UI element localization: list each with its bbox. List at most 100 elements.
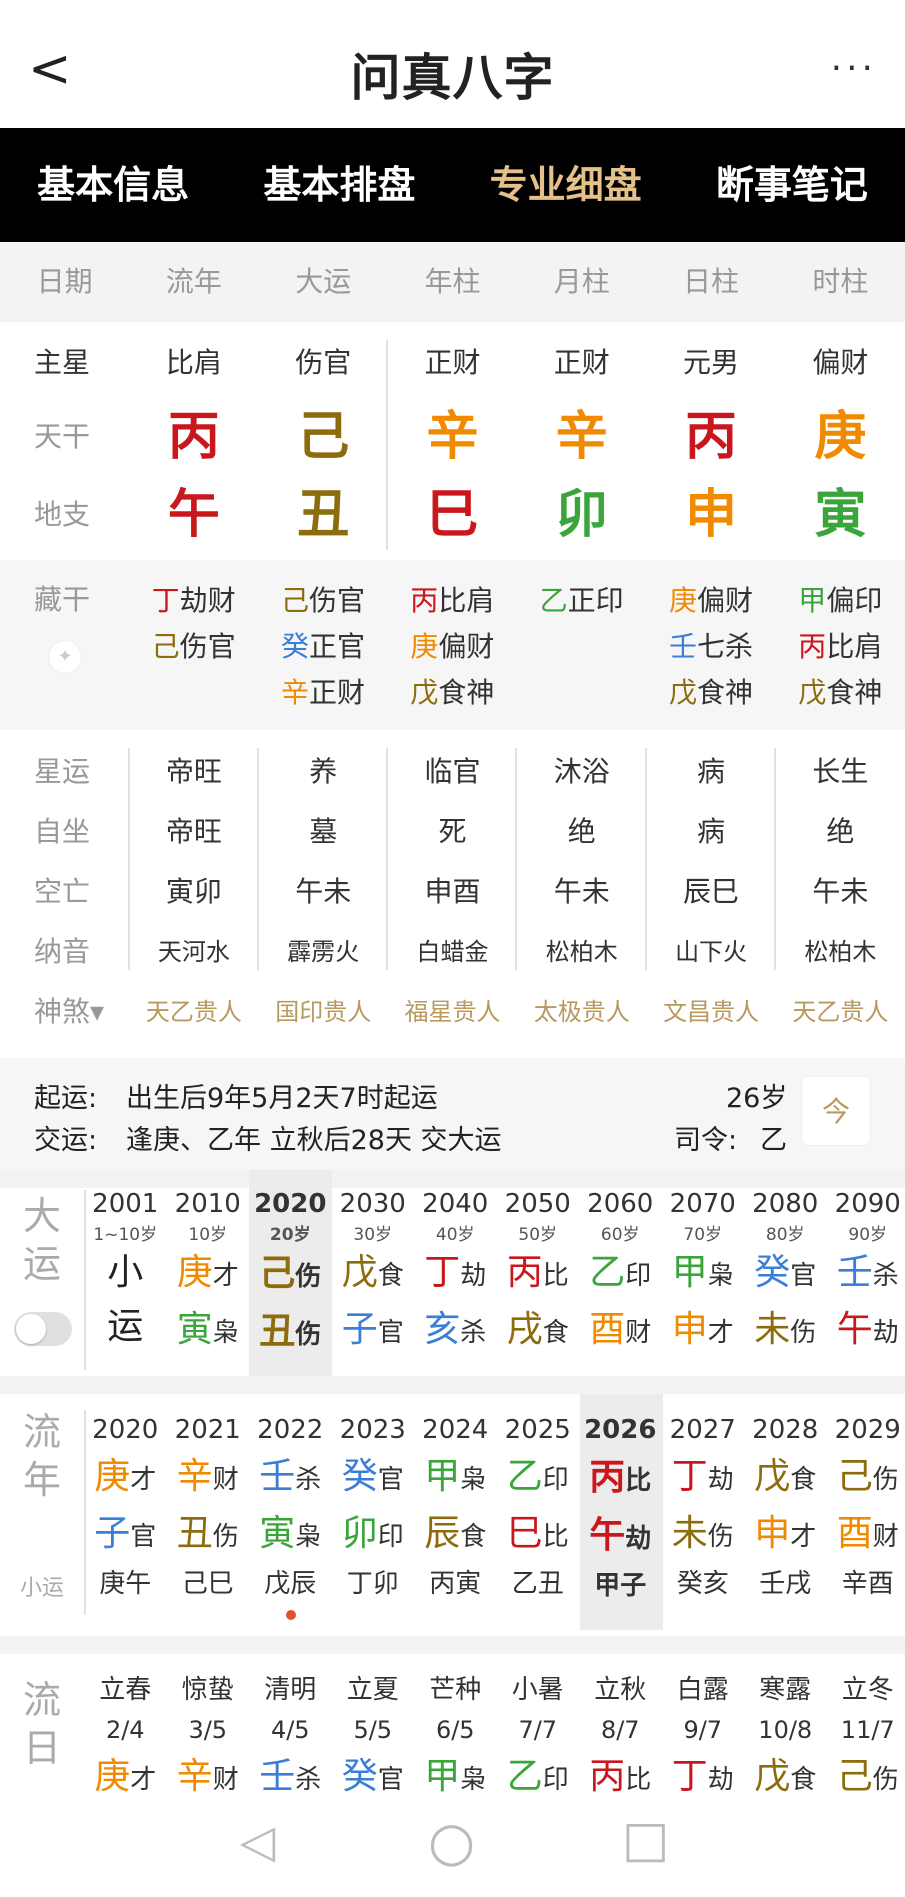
row-label: 空亡 bbox=[34, 875, 91, 908]
hidden-stem-gan: 甲 bbox=[798, 584, 827, 617]
liunian-year: 2025 bbox=[504, 1415, 571, 1445]
dayun-item[interactable]: 2020 20岁 己伤 丑伤 bbox=[249, 1184, 332, 1362]
shensha-cell: 文昌贵人 bbox=[663, 998, 760, 1026]
header-dayun: 大运 bbox=[295, 265, 352, 298]
solar-term: 立夏 bbox=[346, 1675, 399, 1705]
liunian-item[interactable]: 2020 庚才 子官 庚午 bbox=[84, 1410, 167, 1606]
ten-god: 伤 bbox=[212, 1522, 239, 1552]
hidden-stem-item: 癸正官 bbox=[258, 624, 387, 670]
header-month: 月柱 bbox=[553, 265, 610, 298]
dayun-item[interactable]: 2040 40岁 丁劫 亥杀 bbox=[414, 1184, 497, 1362]
liunian-year: 2027 bbox=[669, 1415, 736, 1445]
ganzhi: 辛财 bbox=[167, 1450, 250, 1507]
liunian-item[interactable]: 2022 壬杀 寅枭 戊辰 bbox=[249, 1410, 332, 1606]
gan-cell: 丙 bbox=[685, 406, 738, 467]
ganzhi: 申才 bbox=[744, 1507, 827, 1564]
liuri-item[interactable]: 清明 4/5 壬杀 bbox=[249, 1670, 332, 1792]
xingyun-cell: 长生 bbox=[812, 755, 869, 788]
dayun-age: 1~10岁 bbox=[93, 1225, 158, 1245]
xiaoyun-ganzhi: 丙寅 bbox=[429, 1569, 482, 1599]
ganzhi-char: 卯 bbox=[341, 1513, 378, 1554]
liunian-item[interactable]: 2023 癸官 卯印 丁卯 bbox=[332, 1410, 415, 1606]
dayun-item[interactable]: 2090 90岁 壬杀 午劫 bbox=[827, 1184, 905, 1362]
ten-god: 杀 bbox=[460, 1318, 487, 1348]
qiyun-value: 出生后9年5月2天7时起运 bbox=[126, 1083, 438, 1114]
liuri-item[interactable]: 寒露 10/8 戊食 bbox=[744, 1670, 827, 1792]
dayun-item[interactable]: 2030 30岁 戊食 子官 bbox=[332, 1184, 415, 1362]
liunian-year: 2029 bbox=[834, 1415, 901, 1445]
calendar-icon[interactable]: 今 bbox=[801, 1076, 871, 1146]
ten-god: 财 bbox=[212, 1765, 239, 1792]
ganzhi-char: 酉 bbox=[589, 1309, 626, 1350]
dayun-item[interactable]: 2001 1~10岁小运 bbox=[84, 1184, 167, 1362]
xingyun-cell: 帝旺 bbox=[165, 755, 222, 788]
zhi-cell: 申 bbox=[685, 484, 738, 545]
ganzhi: 午劫 bbox=[827, 1303, 905, 1360]
dayun-item[interactable]: 2050 50岁 丙比 戌食 bbox=[497, 1184, 580, 1362]
ganzhi-char: 癸 bbox=[341, 1456, 378, 1497]
liuri-item[interactable]: 立春 2/4 庚才 bbox=[84, 1670, 167, 1792]
liuri-item[interactable]: 小暑 7/7 乙印 bbox=[497, 1670, 580, 1792]
ganzhi: 壬杀 bbox=[827, 1246, 905, 1303]
dayun-item[interactable]: 2070 70岁 甲枭 申才 bbox=[662, 1184, 745, 1362]
jiaoyun-value: 逢庚、乙年 立秋后28天 交大运 bbox=[126, 1125, 502, 1156]
ganzhi: 子官 bbox=[84, 1507, 167, 1564]
hidden-stem-gan: 戊 bbox=[668, 676, 697, 709]
liunian-item[interactable]: 2026 丙比 午劫 甲子 bbox=[579, 1410, 662, 1606]
ten-god: 枭 bbox=[460, 1765, 487, 1792]
ganzhi: 辛财 bbox=[167, 1750, 250, 1792]
nav-back-icon[interactable]: ◁ bbox=[240, 1814, 275, 1868]
shensha-dropdown[interactable]: 神煞▾ bbox=[0, 982, 129, 1042]
page-title: 问真八字 bbox=[350, 49, 555, 107]
tab-notes[interactable]: 断事笔记 bbox=[679, 128, 905, 242]
ganzhi-char: 丙 bbox=[589, 1756, 626, 1792]
liuri-item[interactable]: 芒种 6/5 甲枭 bbox=[414, 1670, 497, 1792]
liunian-item[interactable]: 2021 辛财 丑伤 己巳 bbox=[167, 1410, 250, 1606]
dayun-year: 2010 bbox=[174, 1189, 241, 1219]
dayun-item[interactable]: 2060 60岁 乙印 酉财 bbox=[579, 1184, 662, 1362]
liuri-item[interactable]: 立夏 5/5 癸官 bbox=[332, 1670, 415, 1792]
ganzhi: 丙比 bbox=[579, 1450, 662, 1508]
hidden-stem-column: 乙正印 bbox=[517, 578, 646, 716]
liunian-item[interactable]: 2027 丁劫 未伤 癸亥 bbox=[662, 1410, 745, 1606]
liuri-item[interactable]: 立冬 11/7 己伤 bbox=[827, 1670, 905, 1792]
divider bbox=[257, 748, 259, 970]
nav-home-icon[interactable]: ○ bbox=[428, 1810, 475, 1873]
ganzhi: 巳比 bbox=[497, 1507, 580, 1564]
liuri-item[interactable]: 白露 9/7 丁劫 bbox=[662, 1670, 745, 1792]
liunian-item[interactable]: 2024 甲枭 辰食 丙寅 bbox=[414, 1410, 497, 1606]
dayun-item[interactable]: 2080 80岁 癸官 未伤 bbox=[744, 1184, 827, 1362]
liunian-item[interactable]: 2028 戊食 申才 壬戌 bbox=[744, 1410, 827, 1606]
ten-god: 官 bbox=[377, 1465, 404, 1495]
dayun-item[interactable]: 2010 10岁 庚才 寅枭 bbox=[167, 1184, 250, 1362]
ganzhi: 戊食 bbox=[744, 1750, 827, 1792]
nav-recent-icon[interactable]: □ bbox=[622, 1810, 669, 1868]
solar-term: 立秋 bbox=[594, 1675, 647, 1705]
ganzhi-char: 未 bbox=[754, 1309, 791, 1350]
dayun-age: 90岁 bbox=[848, 1225, 888, 1245]
hidden-stem-gan: 乙 bbox=[539, 584, 568, 617]
ganzhi-char: 辛 bbox=[176, 1756, 213, 1792]
liunian-item[interactable]: 2025 乙印 巳比 乙丑 bbox=[497, 1410, 580, 1606]
liuri-item[interactable]: 立秋 8/7 丙比 bbox=[579, 1670, 662, 1792]
age-value: 26岁 bbox=[726, 1083, 788, 1114]
nayin-cell: 白蜡金 bbox=[416, 938, 489, 966]
divider bbox=[128, 748, 130, 970]
tab-pro-chart[interactable]: 专业细盘 bbox=[453, 128, 679, 242]
zizuo-cell: 绝 bbox=[826, 815, 855, 848]
kongwang-cell: 午未 bbox=[812, 875, 869, 908]
xiaoyun-label: 小运 bbox=[19, 1576, 64, 1601]
liunian-label: 流年 bbox=[23, 1410, 62, 1502]
solar-term-date: 11/7 bbox=[840, 1716, 895, 1744]
tab-basic-info[interactable]: 基本信息 bbox=[0, 128, 226, 242]
ganzhi-char: 丙 bbox=[589, 1456, 626, 1498]
more-icon[interactable]: ··· bbox=[831, 48, 877, 89]
hidden-stem-item: 庚偏财 bbox=[646, 578, 775, 624]
star-cell: 偏财 bbox=[812, 346, 869, 379]
liuri-item[interactable]: 惊蛰 3/5 辛财 bbox=[167, 1670, 250, 1792]
tab-basic-chart[interactable]: 基本排盘 bbox=[226, 128, 452, 242]
pin-icon[interactable]: ✦ bbox=[48, 640, 82, 674]
hidden-stem-god: 比肩 bbox=[826, 630, 883, 663]
liunian-item[interactable]: 2029 己伤 酉财 辛酉 bbox=[827, 1410, 905, 1606]
dayun-toggle[interactable] bbox=[14, 1312, 72, 1346]
